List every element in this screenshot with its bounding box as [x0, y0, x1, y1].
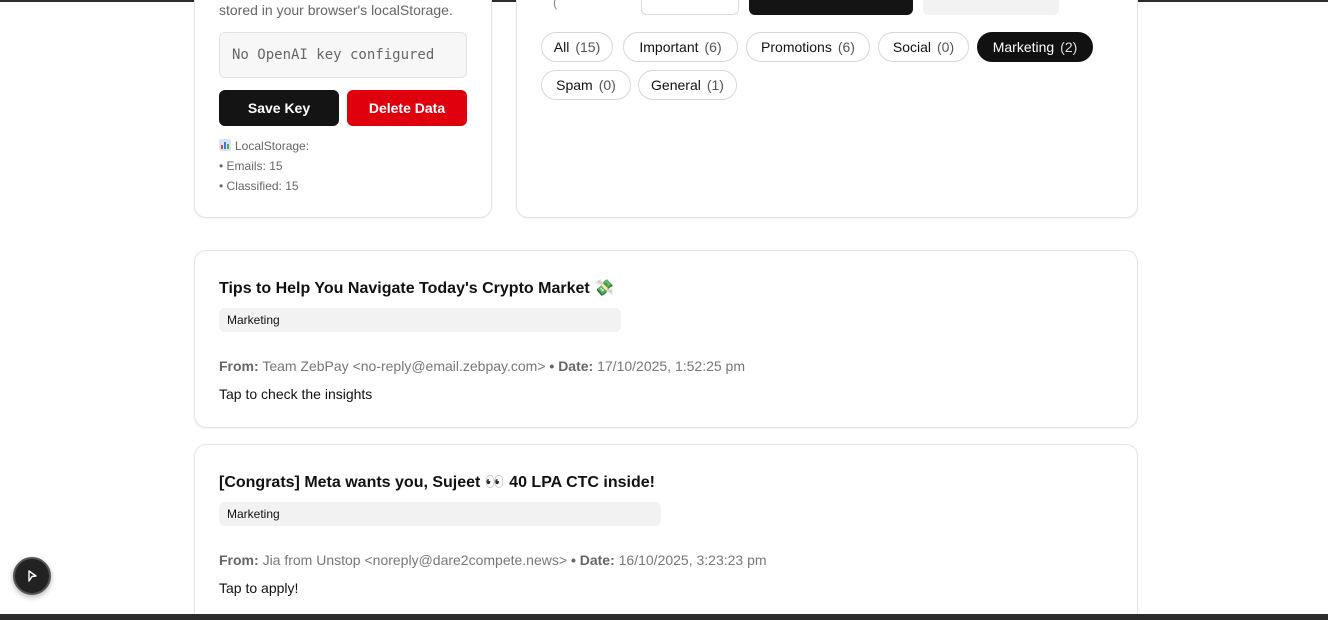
- filter-chip-social[interactable]: Social (0): [878, 32, 969, 62]
- filter-chip-marketing[interactable]: Marketing (2): [977, 32, 1093, 62]
- email-from: Jia from Unstop <noreply@dare2compete.ne…: [262, 552, 568, 568]
- storage-summary: LocalStorage:: [219, 139, 309, 153]
- filter-chip-promotions[interactable]: Promotions (6): [746, 32, 870, 62]
- filter-chip-all[interactable]: All (15): [541, 32, 613, 62]
- arrow-cursor-icon: [28, 570, 37, 582]
- email-date: 16/10/2025, 3:23:23 pm: [618, 552, 767, 568]
- emails-count: • Emails: 15: [219, 159, 283, 173]
- sort-control-cut: (: [553, 0, 558, 10]
- save-key-button[interactable]: Save Key: [219, 90, 339, 126]
- email-date: 17/10/2025, 1:52:25 pm: [597, 358, 746, 374]
- classified-count: • Classified: 15: [219, 179, 299, 193]
- email-snippet: Tap to apply!: [219, 580, 299, 596]
- category-tag: Marketing: [219, 308, 621, 332]
- email-meta: From: Jia from Unstop <noreply@dare2comp…: [219, 552, 767, 568]
- email-from: Team ZebPay <no-reply@email.zebpay.com>: [262, 358, 546, 374]
- filters-card: ( All (15) Important (6) Promotions (6) Soc…: [516, 0, 1138, 218]
- email-card[interactable]: Tips to Help You Navigate Today's Crypto…: [194, 250, 1138, 428]
- email-card[interactable]: [Congrats] Meta wants you, Sujeet 👀 40 L…: [194, 444, 1138, 620]
- filter-chip-general[interactable]: General (1): [638, 70, 737, 100]
- openai-key-input[interactable]: [219, 32, 467, 78]
- bottom-bar: [0, 614, 1328, 620]
- filter-chip-important[interactable]: Important (6): [623, 32, 738, 62]
- storage-note: stored in your browser's localStorage.: [219, 2, 453, 18]
- settings-card: stored in your browser's localStorage. S…: [194, 0, 492, 218]
- delete-data-button[interactable]: Delete Data: [347, 90, 467, 126]
- filter-chip-spam[interactable]: Spam (0): [541, 70, 631, 100]
- sort-select[interactable]: [641, 0, 739, 15]
- storage-title: LocalStorage:: [235, 139, 310, 153]
- email-subject: [Congrats] Meta wants you, Sujeet 👀 40 L…: [219, 474, 655, 491]
- floating-action-button[interactable]: [13, 557, 51, 595]
- classify-button[interactable]: [749, 0, 913, 15]
- category-tag: Marketing: [219, 502, 661, 526]
- bar-chart-icon: [219, 139, 231, 151]
- email-meta: From: Team ZebPay <no-reply@email.zebpay…: [219, 358, 746, 374]
- email-subject: Tips to Help You Navigate Today's Crypto…: [219, 280, 615, 297]
- secondary-button[interactable]: [923, 0, 1059, 15]
- email-snippet: Tap to check the insights: [219, 386, 373, 402]
